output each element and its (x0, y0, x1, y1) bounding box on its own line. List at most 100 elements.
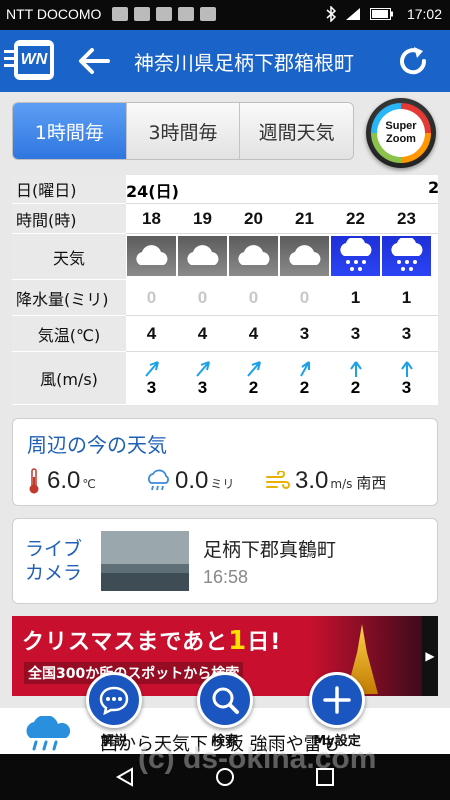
clock: 17:02 (406, 6, 442, 22)
wind-cell: 3 (177, 352, 228, 405)
my-settings-button[interactable] (309, 672, 365, 728)
tab-hourly[interactable]: 1時間毎 (13, 103, 127, 159)
wind-arrow-icon (144, 360, 159, 377)
row-label-hour: 時間(時) (12, 204, 126, 234)
wind-arrow-icon (349, 360, 362, 377)
tab-weekly[interactable]: 週間天気 (240, 103, 353, 159)
wind-speed: 3 (401, 377, 412, 397)
photo-notification-icon (178, 7, 194, 21)
commentary-button[interactable] (86, 672, 142, 728)
forecast-tabs: 1時間毎 3時間毎 週間天気 (12, 102, 354, 160)
wind-cell: 3 (126, 352, 177, 405)
row-label-weather: 天気 (12, 234, 126, 280)
precip-cell: 0 (248, 287, 259, 307)
weather-notification-icon (156, 7, 172, 21)
battery-icon (370, 8, 393, 20)
snow-icon (331, 236, 380, 276)
chat-bubble-icon (99, 686, 129, 715)
wind-arrow-icon (299, 360, 310, 376)
wind-icon (266, 471, 290, 489)
rain-cloud-icon (148, 469, 169, 491)
live-camera-time: 16:58 (203, 567, 249, 587)
notification-icons (112, 7, 216, 21)
cloudy-icon (280, 236, 329, 276)
hour-row: 18 19 20 21 22 23 (126, 204, 438, 234)
current-rain-value: 0.0 (175, 467, 209, 494)
system-icons (326, 6, 394, 22)
weathernews-logo-icon: WN (18, 46, 50, 74)
current-wind-direction: 南西 (356, 474, 387, 492)
precip-cell: 0 (197, 287, 208, 307)
current-temp-unit: ℃ (82, 477, 96, 491)
wind-speed: 3 (197, 377, 208, 397)
rain-cloud-icon[interactable] (20, 716, 76, 752)
watermark: (c) ds-okina.com (138, 742, 377, 775)
wind-arrow-icon (195, 360, 210, 377)
banner-next-arrow-icon[interactable]: ▶ (422, 616, 438, 696)
wind-arrow-icon (400, 360, 413, 377)
hour-cell: 20 (244, 208, 263, 228)
banner-headline-part1: クリスマスまであと (22, 630, 229, 655)
snow-icon (382, 236, 431, 276)
live-camera-title-line2: カメラ (25, 562, 83, 584)
back-arrow-icon[interactable] (76, 44, 112, 78)
wind-speed: 2 (350, 377, 361, 397)
health-notification-icon (134, 7, 150, 21)
page-title: 神奈川県足柄下郡箱根町 (134, 51, 354, 75)
row-label-date: 日(曜日) (12, 175, 126, 204)
menu-logo-button[interactable]: WN (4, 40, 54, 80)
precip-cell: 0 (299, 287, 310, 307)
temp-cell: 3 (350, 323, 361, 343)
hour-cell: 23 (397, 208, 416, 228)
current-temp-value: 6.0 (47, 467, 81, 494)
temp-cell: 4 (248, 323, 259, 343)
current-weather-title: 周辺の今の天気 (27, 433, 167, 457)
wind-arrow-icon (246, 360, 261, 377)
current-wind: 3.0 m/s 南西 (265, 467, 386, 495)
live-camera-title-line1: ライブ (25, 538, 83, 560)
hour-cell: 19 (193, 208, 212, 228)
wind-cell: 2 (279, 352, 330, 405)
hourly-forecast-table[interactable]: 日(曜日) 時間(時) 天気 降水量(ミリ) 気温(℃) 風(m/s) 24(日… (12, 175, 438, 405)
wind-speed: 2 (248, 377, 259, 397)
image-notification-icon (200, 7, 216, 21)
live-camera-thumbnail[interactable] (101, 531, 189, 591)
menu-icon (4, 50, 16, 70)
hour-cell: 18 (142, 208, 161, 228)
wind-speed: 3 (146, 377, 157, 397)
current-wind-value: 3.0 (295, 467, 329, 494)
cloudy-icon (178, 236, 227, 276)
row-label-wind: 風(m/s) (12, 352, 126, 405)
plus-icon (323, 686, 351, 714)
precip-cell: 1 (401, 287, 412, 307)
next-date-label: 2 (428, 178, 438, 197)
temp-cell: 4 (197, 323, 208, 343)
current-weather-card[interactable]: 周辺の今の天気 6.0 ℃ 0.0 ミリ 3.0 m/s 南西 (12, 418, 438, 506)
cloudy-icon (229, 236, 278, 276)
banner-days-number: 1 (228, 626, 248, 656)
wind-cell: 2 (228, 352, 279, 405)
reload-icon[interactable] (396, 44, 430, 78)
wind-speed: 2 (299, 377, 310, 397)
current-rain: 0.0 ミリ (145, 467, 234, 495)
search-button[interactable] (197, 672, 253, 728)
tab-3hourly[interactable]: 3時間毎 (126, 103, 241, 159)
row-label-precip: 降水量(ミリ) (12, 280, 126, 316)
app-notification-icon (112, 7, 128, 21)
search-icon (212, 687, 239, 714)
row-label-temp: 気温(℃) (12, 316, 126, 352)
cloudy-icon (127, 236, 176, 276)
live-camera-title: ライブ カメラ (25, 537, 82, 585)
precip-cell: 1 (350, 287, 361, 307)
super-zoom-button[interactable]: Super Zoom (366, 98, 436, 168)
status-bar: NTT DOCOMO 17:02 (0, 0, 450, 30)
live-camera-card[interactable]: ライブ カメラ 足柄下郡真鶴町 16:58 (12, 518, 438, 604)
precip-cell: 0 (146, 287, 157, 307)
weather-row (126, 234, 438, 280)
wind-row: 3 3 2 2 2 3 (126, 352, 438, 405)
nav-back-icon[interactable] (114, 766, 136, 788)
current-rain-unit: ミリ (210, 477, 235, 491)
bluetooth-icon (326, 6, 336, 22)
wind-cell: 3 (381, 352, 432, 405)
thermometer-icon (29, 468, 39, 494)
